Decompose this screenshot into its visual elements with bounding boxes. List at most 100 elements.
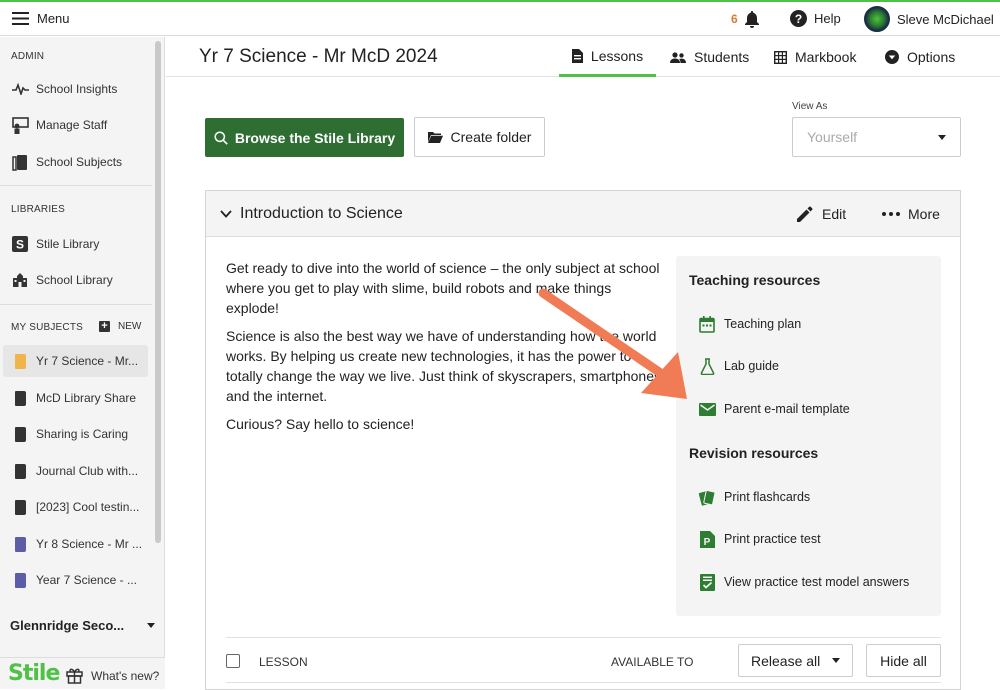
sidebar-item-label: Journal Club with... <box>36 464 139 478</box>
user-menu[interactable]: Sleve McDichael <box>864 6 994 32</box>
svg-text:?: ? <box>795 12 802 26</box>
sidebar-divider <box>0 185 152 186</box>
svg-text:P: P <box>703 537 710 548</box>
sidebar-item-subject[interactable]: Year 7 Science - ... <box>3 564 148 596</box>
view-as-value: Yourself <box>807 129 858 145</box>
resource-label: View practice test model answers <box>724 575 910 589</box>
column-header-lesson: LESSON <box>259 655 308 669</box>
select-all-checkbox[interactable] <box>226 654 240 668</box>
caret-down-icon <box>147 623 155 628</box>
caret-down-icon <box>938 134 946 140</box>
release-all-button[interactable]: Release all <box>738 644 853 677</box>
book-icon <box>11 352 29 370</box>
sidebar-item-subject[interactable]: Journal Club with... <box>3 455 148 487</box>
hide-all-label: Hide all <box>880 652 927 669</box>
sidebar-item-subject[interactable]: [2023] Cool testin... <box>3 491 148 523</box>
sidebar: ADMIN School Insights Manage Staff Schoo… <box>0 37 165 689</box>
flashcards-icon <box>698 488 716 506</box>
resource-print-practice-test[interactable]: P Print practice test <box>698 530 821 548</box>
create-folder-button[interactable]: Create folder <box>414 117 545 157</box>
resource-label: Lab guide <box>724 359 779 373</box>
flask-icon <box>698 357 716 375</box>
more-label: More <box>908 206 940 222</box>
book-icon <box>11 498 29 516</box>
browse-library-label: Browse the Stile Library <box>234 129 396 146</box>
pencil-icon <box>797 206 813 222</box>
whats-new-button[interactable]: What's new? <box>66 667 159 684</box>
people-icon <box>670 51 686 63</box>
book-icon <box>11 462 29 480</box>
sidebar-item-school-library[interactable]: School Library <box>3 264 148 296</box>
user-name: Sleve McDichael <box>897 11 994 27</box>
hide-all-button[interactable]: Hide all <box>866 644 941 677</box>
sidebar-item-school-subjects[interactable]: School Subjects <box>3 146 148 178</box>
my-subjects-heading: MY SUBJECTS <box>11 322 84 333</box>
tab-options[interactable]: Options <box>885 37 955 77</box>
sidebar-item-school-insights[interactable]: School Insights <box>3 73 148 105</box>
panel-header[interactable]: Introduction to Science Edit More <box>206 191 960 237</box>
tab-label: Lessons <box>590 47 644 64</box>
sidebar-item-stile-library[interactable]: S Stile Library <box>3 228 148 260</box>
sidebar-item-manage-staff[interactable]: Manage Staff <box>3 109 148 141</box>
options-icon <box>885 50 899 64</box>
book-icon <box>11 425 29 443</box>
page-title: Yr 7 Science - Mr McD 2024 <box>199 46 438 67</box>
svg-text:S: S <box>16 238 24 252</box>
resource-parent-email-template[interactable]: Parent e-mail template <box>698 400 850 418</box>
school-selector[interactable]: Glennridge Seco... <box>10 618 155 633</box>
resource-teaching-plan[interactable]: Teaching plan <box>698 315 801 333</box>
new-label: NEW <box>118 321 142 332</box>
sidebar-item-label: Sharing is Caring <box>36 427 129 441</box>
document-icon <box>571 48 583 63</box>
view-as-select[interactable]: Yourself <box>792 117 961 157</box>
whats-new-label: What's new? <box>91 668 160 683</box>
plus-icon: + <box>99 321 110 332</box>
tab-markbook[interactable]: Markbook <box>774 37 856 77</box>
more-dots-icon <box>882 212 900 216</box>
edit-label: Edit <box>822 205 847 222</box>
help-label: Help <box>814 11 841 26</box>
folder-toggle[interactable]: Introduction to Science <box>220 205 403 223</box>
calendar-icon <box>698 315 716 333</box>
resource-label: Print flashcards <box>724 490 811 504</box>
sidebar-item-label: School Library <box>36 273 113 287</box>
book-icon <box>11 389 29 407</box>
resources-box: Teaching resources Teaching plan Lab gui… <box>676 256 941 616</box>
sidebar-item-label: McD Library Share <box>36 391 137 405</box>
edit-button[interactable]: Edit <box>797 205 846 222</box>
lesson-folder-panel: Introduction to Science Edit More Get re… <box>205 190 961 690</box>
sidebar-item-subject[interactable]: Yr 8 Science - Mr ... <box>3 528 148 560</box>
teaching-resources-heading: Teaching resources <box>689 272 821 288</box>
resource-print-flashcards[interactable]: Print flashcards <box>698 488 810 506</box>
sidebar-item-subject[interactable]: Yr 7 Science - Mr... <box>3 345 148 377</box>
notification-count: 6 <box>731 12 738 26</box>
gift-icon <box>66 668 83 684</box>
sidebar-scrollbar[interactable] <box>155 41 161 543</box>
stile-s-icon: S <box>11 235 29 253</box>
resource-label: Teaching plan <box>724 317 802 331</box>
school-name: Glennridge Seco... <box>10 618 125 633</box>
tab-lessons[interactable]: Lessons <box>559 37 656 77</box>
sidebar-item-label: Year 7 Science - ... <box>36 573 137 587</box>
help-button[interactable]: ? Help <box>790 10 841 27</box>
more-button[interactable]: More <box>882 206 940 222</box>
sidebar-item-subject[interactable]: McD Library Share <box>3 382 148 414</box>
pulse-icon <box>11 80 29 98</box>
tab-students[interactable]: Students <box>670 37 749 77</box>
browse-library-button[interactable]: Browse the Stile Library <box>205 118 404 157</box>
sidebar-footer: Stile What's new? <box>0 657 165 689</box>
resource-model-answers[interactable]: View practice test model answers <box>698 573 909 591</box>
sidebar-item-subject[interactable]: Sharing is Caring <box>3 418 148 450</box>
chevron-down-icon <box>220 210 232 218</box>
stile-logo[interactable]: Stile <box>8 661 60 686</box>
model-answers-icon <box>698 573 716 591</box>
books-icon <box>11 153 29 171</box>
lesson-table-header: LESSON AVAILABLE TO Release all Hide all <box>226 637 941 683</box>
menu-button[interactable]: Menu <box>12 11 70 26</box>
new-subject-button[interactable]: + NEW <box>99 321 141 332</box>
book-icon <box>11 571 29 589</box>
notifications-button[interactable]: 6 <box>731 10 760 28</box>
practice-test-icon: P <box>698 530 716 548</box>
resource-lab-guide[interactable]: Lab guide <box>698 357 779 375</box>
sidebar-item-label: School Subjects <box>36 155 123 169</box>
